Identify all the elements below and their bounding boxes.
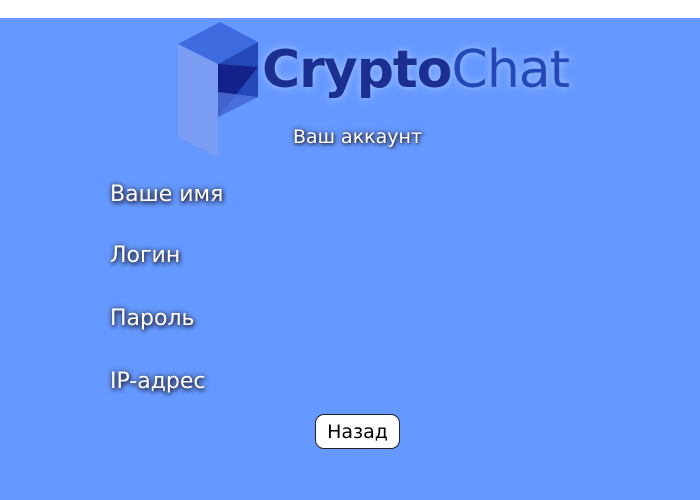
app-window: CryptoChat Ваш аккаунт Ваше имя Логин Па… (0, 0, 700, 500)
back-button[interactable]: Назад (315, 414, 400, 449)
logo-wordmark: CryptoChat (262, 40, 571, 100)
page-title: Ваш аккаунт (292, 126, 423, 148)
login-label: Логин (110, 243, 181, 268)
logo-text-chat: Chat (451, 40, 571, 100)
logo-text-crypto: Crypto (262, 40, 453, 100)
ip-address-label: IP-адрес (110, 369, 206, 394)
title-bar (0, 0, 700, 18)
password-label: Пароль (110, 306, 195, 331)
name-label: Ваше имя (110, 182, 224, 207)
